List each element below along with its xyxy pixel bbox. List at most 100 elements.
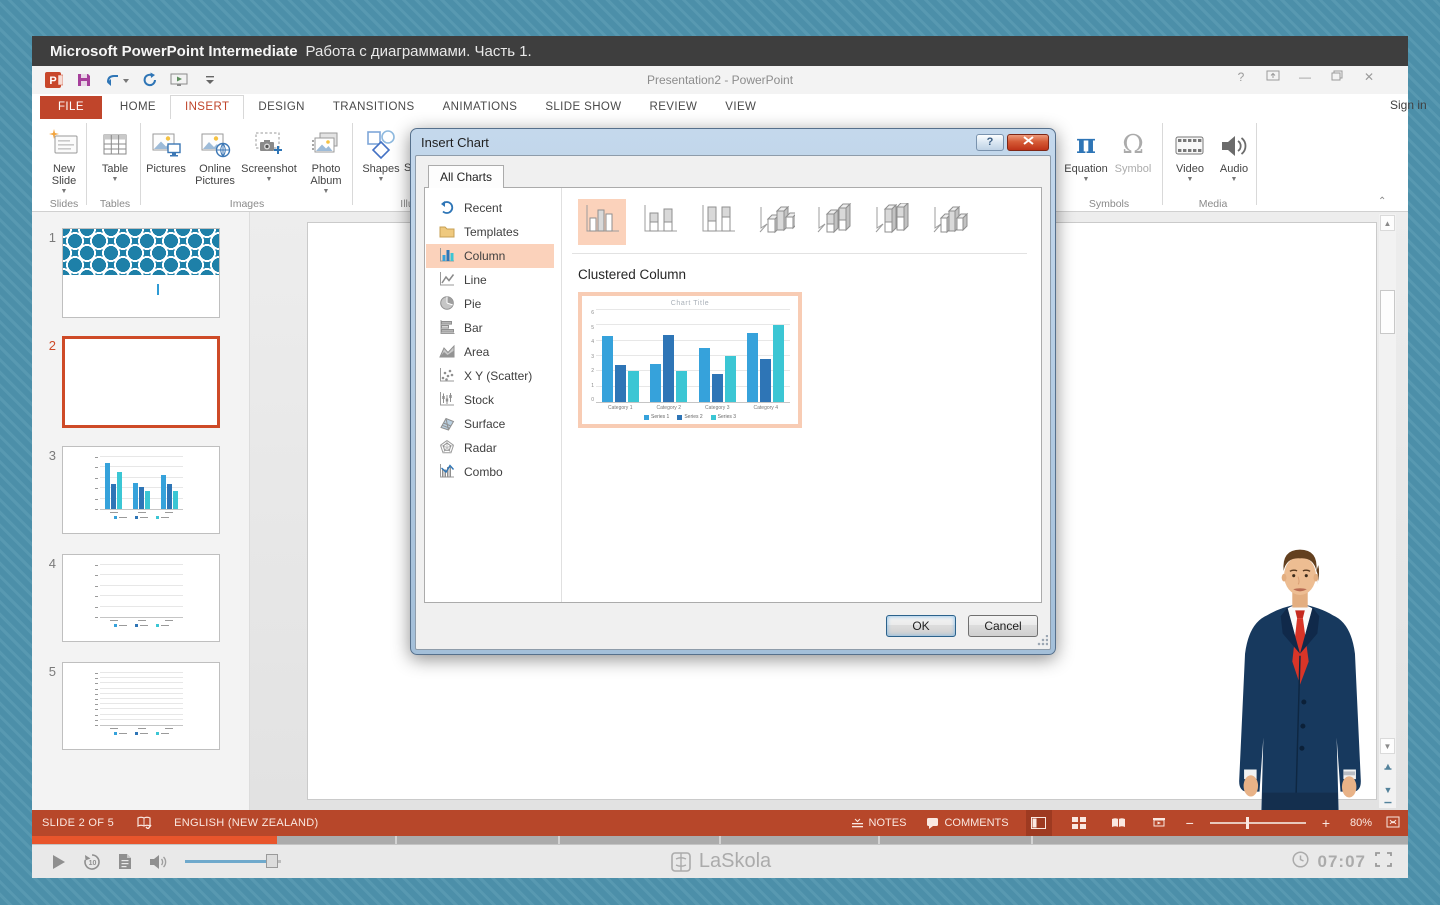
notes-toggle[interactable]: NOTES xyxy=(848,810,910,836)
video-progress-bar[interactable] xyxy=(32,836,1408,844)
ribbon-button-shapes[interactable]: Shapes▼ xyxy=(358,124,404,198)
chart-type-recent[interactable]: Recent xyxy=(426,196,554,220)
lesson-notes-icon[interactable] xyxy=(118,853,132,870)
ribbon-button-equation[interactable]: πEquation▼ xyxy=(1063,124,1109,198)
chart-type-radar[interactable]: Radar xyxy=(426,436,554,460)
slide-thumbnail-1[interactable] xyxy=(62,228,220,318)
volume-slider[interactable] xyxy=(185,860,281,863)
subtype-3d-100-stacked-column[interactable] xyxy=(868,199,916,245)
tab-review[interactable]: REVIEW xyxy=(636,96,712,119)
dialog-title-bar[interactable]: Insert Chart ? xyxy=(411,129,1055,155)
language-indicator[interactable]: ENGLISH (NEW ZEALAND) xyxy=(174,817,318,829)
chart-type-column[interactable]: Column xyxy=(426,244,554,268)
dialog-close-button[interactable] xyxy=(1007,134,1049,151)
slide-thumbnail-5[interactable] xyxy=(62,662,220,750)
close-window-icon[interactable]: ✕ xyxy=(1360,70,1378,84)
zoom-out-icon[interactable]: − xyxy=(1186,815,1194,831)
restore-icon[interactable] xyxy=(1328,70,1346,84)
svg-text:π: π xyxy=(1076,129,1096,160)
ribbon-button-pictures[interactable]: Pictures xyxy=(144,124,188,198)
zoom-in-icon[interactable]: + xyxy=(1322,815,1330,831)
tab-view[interactable]: VIEW xyxy=(711,96,770,119)
dialog-help-button[interactable]: ? xyxy=(976,134,1004,151)
dropdown-caret-icon: ▼ xyxy=(266,176,273,183)
scroll-up-icon[interactable]: ▲ xyxy=(1380,215,1395,231)
collapse-ribbon-icon[interactable]: ⌃ xyxy=(1378,196,1386,207)
scroll-down-icon[interactable]: ▼ xyxy=(1380,738,1395,754)
previous-slide-icon[interactable]: ▲▔ xyxy=(1380,762,1396,778)
slide-thumbnail-2[interactable] xyxy=(62,336,220,428)
fit-slide-icon[interactable] xyxy=(1386,816,1400,831)
tab-all-charts[interactable]: All Charts xyxy=(428,165,504,188)
y-tick xyxy=(95,575,98,576)
view-normal-icon[interactable] xyxy=(1026,810,1052,836)
save-icon[interactable] xyxy=(74,70,94,90)
volume-icon[interactable] xyxy=(149,854,168,870)
minimize-icon[interactable]: — xyxy=(1296,70,1314,84)
ribbon-button-screenshot[interactable]: Screenshot▼ xyxy=(242,124,296,198)
zoom-level[interactable]: 80% xyxy=(1344,817,1372,829)
tab-slide-show[interactable]: SLIDE SHOW xyxy=(531,96,635,119)
comments-toggle[interactable]: COMMENTS xyxy=(923,810,1011,836)
volume-handle[interactable] xyxy=(266,854,278,868)
tab-home[interactable]: HOME xyxy=(106,96,170,119)
start-slideshow-icon[interactable] xyxy=(170,70,190,90)
cancel-button[interactable]: Cancel xyxy=(968,615,1038,637)
vertical-scrollbar[interactable]: ▲ ▼ xyxy=(1379,214,1396,808)
ribbon-button-video[interactable]: Video▼ xyxy=(1170,124,1210,198)
plot xyxy=(100,457,183,510)
ok-button[interactable]: OK xyxy=(886,615,956,637)
ribbon-button-symbol[interactable]: ΩSymbol xyxy=(1110,124,1156,198)
next-slide-icon[interactable]: ▼▁ xyxy=(1380,786,1396,802)
chart-type-templates[interactable]: Templates xyxy=(426,220,554,244)
chart-type-stock[interactable]: Stock xyxy=(426,388,554,412)
chart-type-surface[interactable]: Surface xyxy=(426,412,554,436)
ribbon-button-photo-album[interactable]: Photo Album▼ xyxy=(298,124,354,198)
chart-preview[interactable]: Chart Title6543210Category 1Category 2Ca… xyxy=(578,292,802,428)
chart-type-area[interactable]: Area xyxy=(426,340,554,364)
view-reading-icon[interactable] xyxy=(1106,810,1132,836)
ribbon-button-online-pictures[interactable]: Online Pictures xyxy=(190,124,240,198)
ribbon-button-new-slide[interactable]: New Slide▼ xyxy=(40,124,88,198)
ribbon-button-label: Online Pictures xyxy=(190,163,240,187)
chart-type-label: Stock xyxy=(464,393,494,407)
customize-quick-access-icon[interactable] xyxy=(200,70,220,90)
help-icon[interactable]: ? xyxy=(1232,70,1250,84)
view-slideshow-icon[interactable] xyxy=(1146,810,1172,836)
ribbon-button-audio[interactable]: Audio▼ xyxy=(1212,124,1256,198)
slide-thumbnail-3[interactable] xyxy=(62,446,220,534)
category-group xyxy=(155,565,183,617)
tab-design[interactable]: DESIGN xyxy=(244,96,319,119)
tab-insert[interactable]: INSERT xyxy=(170,95,244,119)
tab-transitions[interactable]: TRANSITIONS xyxy=(319,96,429,119)
tab-file[interactable]: FILE xyxy=(40,96,102,119)
chart-type-bar[interactable]: Bar xyxy=(426,316,554,340)
tab-animations[interactable]: ANIMATIONS xyxy=(429,96,532,119)
fullscreen-icon[interactable] xyxy=(1375,852,1392,872)
replay-10-icon[interactable]: 10 xyxy=(83,853,101,871)
ribbon-display-options-icon[interactable] xyxy=(1264,70,1282,84)
spell-check-icon[interactable] xyxy=(136,815,152,832)
view-slide-sorter-icon[interactable] xyxy=(1066,810,1092,836)
ribbon-button-table[interactable]: Table▼ xyxy=(92,124,138,198)
play-icon[interactable] xyxy=(52,854,66,870)
zoom-slider-thumb[interactable] xyxy=(1246,817,1249,829)
dialog-resize-grip[interactable] xyxy=(1036,635,1048,647)
sign-in-link[interactable]: Sign in xyxy=(1390,98,1438,112)
legend-swatch xyxy=(135,732,138,735)
subtype-3d-column[interactable] xyxy=(926,199,974,245)
subtype-3d-stacked-column[interactable] xyxy=(810,199,858,245)
scrollbar-thumb[interactable] xyxy=(1380,290,1395,334)
slide-thumbnail-4[interactable] xyxy=(62,554,220,642)
chart-type-pie[interactable]: Pie xyxy=(426,292,554,316)
subtype-clustered-column[interactable] xyxy=(578,199,626,245)
chart-type-x-y-scatter-[interactable]: X Y (Scatter) xyxy=(426,364,554,388)
zoom-slider[interactable] xyxy=(1210,822,1306,824)
chart-type-combo[interactable]: Combo xyxy=(426,460,554,484)
subtype-stacked-column[interactable] xyxy=(636,199,684,245)
chart-type-line[interactable]: Line xyxy=(426,268,554,292)
undo-icon[interactable] xyxy=(104,70,130,90)
redo-icon[interactable] xyxy=(140,70,160,90)
subtype-100-stacked-column[interactable] xyxy=(694,199,742,245)
subtype-3d-clustered-column[interactable] xyxy=(752,199,800,245)
